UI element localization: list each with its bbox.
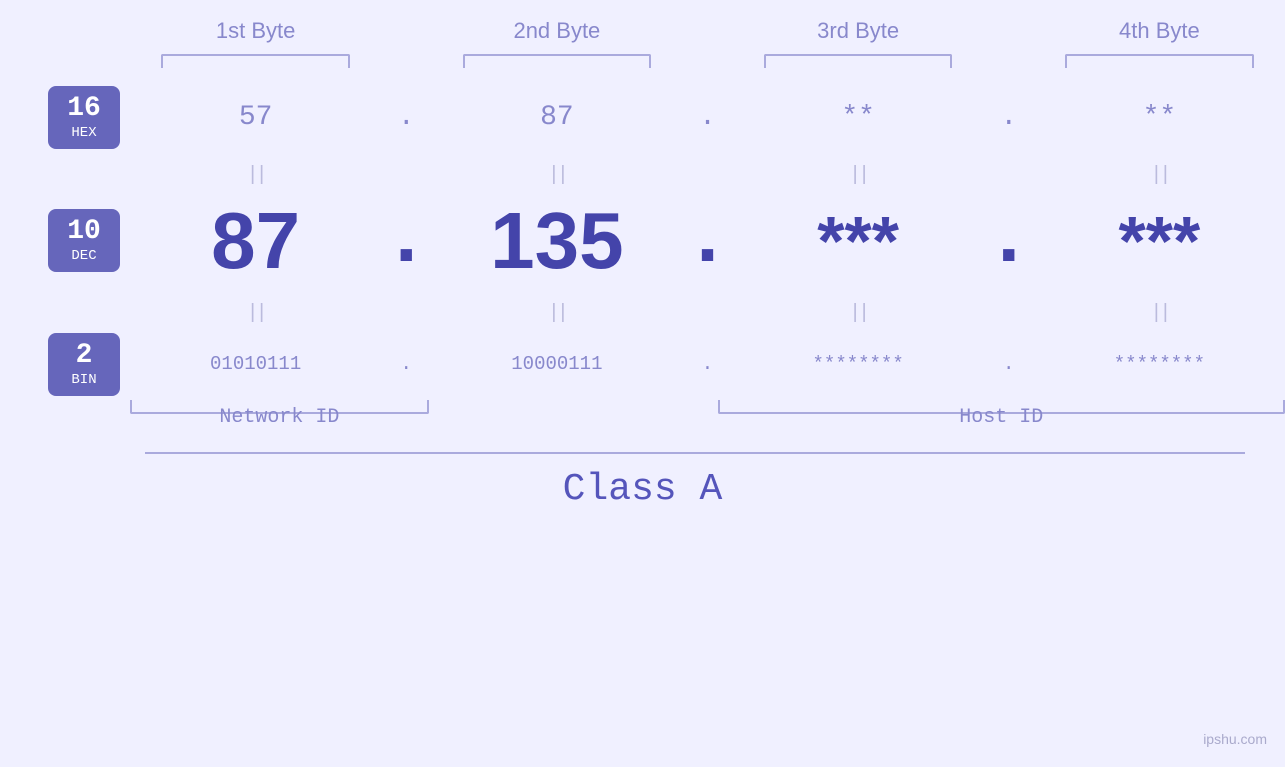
byte3-top-bracket [764, 54, 952, 68]
equals1-b2: || [431, 164, 682, 187]
network-id-label: Network ID [130, 406, 429, 429]
bin-dot3: . [984, 353, 1034, 375]
bin-dot2: . [683, 353, 733, 375]
watermark: ipshu.com [1203, 731, 1267, 749]
bin-byte4: ******** [1034, 353, 1285, 375]
hex-byte1: 57 [130, 102, 381, 133]
bin-byte2: 10000111 [431, 353, 682, 375]
dec-byte4: *** [1034, 201, 1285, 281]
bin-byte1: 01010111 [130, 353, 381, 375]
byte4-top-bracket [1065, 54, 1253, 68]
equals1-b1: || [130, 164, 381, 187]
byte2-top-bracket [463, 54, 651, 68]
equals2-b4: || [1034, 302, 1285, 325]
equals1-b3: || [733, 164, 984, 187]
equals1-b4: || [1034, 164, 1285, 187]
dec-byte1: 87 [130, 195, 381, 287]
bin-dot1: . [381, 353, 431, 375]
equals2-b3: || [733, 302, 984, 325]
equals2-b2: || [431, 302, 682, 325]
host-id-label: Host ID [718, 406, 1285, 429]
bin-badge: 2 BIN [48, 333, 120, 396]
hex-byte3: ** [733, 102, 984, 133]
hex-byte2: 87 [431, 102, 682, 133]
dec-byte3: *** [733, 201, 984, 281]
hex-byte4: ** [1034, 102, 1285, 133]
byte1-top-bracket [161, 54, 349, 68]
byte3-header: 3rd Byte [733, 18, 984, 44]
byte1-header: 1st Byte [130, 18, 381, 44]
class-label: Class A [563, 468, 723, 511]
hex-badge: 16 HEX [48, 86, 120, 149]
dec-dot3: . [984, 195, 1034, 286]
byte2-header: 2nd Byte [431, 18, 682, 44]
dec-badge: 10 DEC [48, 209, 120, 272]
dec-dot2: . [683, 195, 733, 286]
bin-byte3: ******** [733, 353, 984, 375]
equals2-b1: || [130, 302, 381, 325]
full-bottom-bracket [145, 452, 1245, 454]
hex-dot1: . [381, 102, 431, 133]
dec-dot1: . [381, 195, 431, 286]
byte4-header: 4th Byte [1034, 18, 1285, 44]
hex-dot3: . [984, 102, 1034, 133]
dec-byte2: 135 [431, 195, 682, 287]
hex-dot2: . [683, 102, 733, 133]
